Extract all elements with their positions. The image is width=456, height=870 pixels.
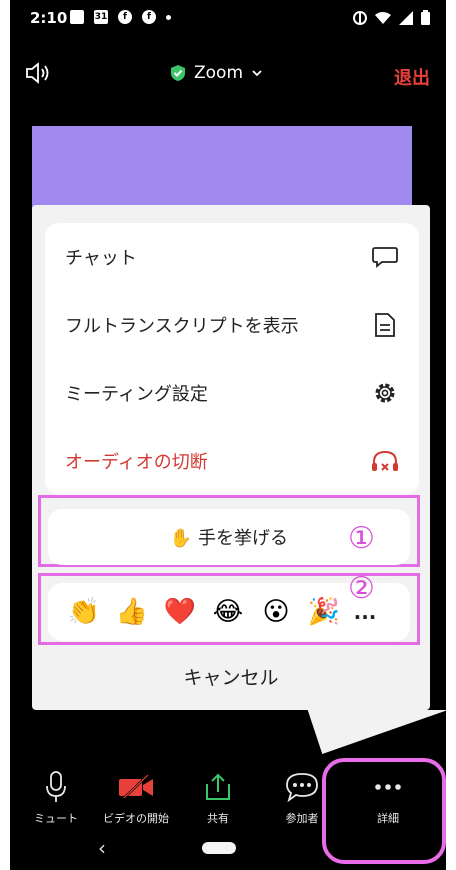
data-saver-icon: [353, 10, 367, 25]
chat-bubble-icon: [371, 243, 399, 271]
notification-icons: 31 f f: [70, 10, 171, 24]
status-time: 2:10: [30, 9, 68, 27]
annotation-number-1: ①: [348, 521, 375, 556]
toolbar-label: ビデオの開始: [103, 812, 169, 825]
menu-item-label: ミーティング設定: [65, 384, 208, 405]
menu-item-label: オーディオの切断: [65, 452, 208, 473]
dot-icon: [166, 14, 171, 20]
leave-button[interactable]: 退出: [394, 64, 430, 90]
facebook-icon: f: [118, 10, 132, 24]
back-nav-button[interactable]: ‹: [98, 836, 106, 860]
reaction-joy[interactable]: 😂: [204, 597, 252, 627]
signal-icon: [399, 10, 413, 25]
wifi-icon: [375, 11, 391, 24]
chevron-down-icon: [252, 70, 262, 77]
toolbar-label: 共有: [207, 812, 229, 825]
microphone-icon: [16, 770, 96, 804]
share-button[interactable]: 共有: [178, 770, 258, 826]
reaction-heart[interactable]: ❤️: [156, 597, 204, 627]
sheet-pointer: [282, 710, 446, 754]
speaker-icon[interactable]: [24, 61, 52, 89]
home-nav-pill[interactable]: [202, 842, 236, 854]
menu-item-label: チャット: [65, 248, 137, 269]
menu-item-label: フルトランスクリプトを表示: [65, 316, 299, 337]
cancel-button[interactable]: キャンセル: [32, 663, 430, 690]
menu-item-settings[interactable]: ミーティング設定: [45, 359, 419, 427]
image-icon: [70, 10, 84, 24]
more-options-sheet: チャット フルトランスクリプトを表示 ミーティング設定 オーディオの切断 ✋ 手…: [32, 205, 430, 710]
reaction-thumbs-up[interactable]: 👍: [108, 597, 156, 627]
annotation-highlight-details: [322, 758, 446, 864]
status-bar: 2:10 31 f f: [10, 0, 446, 40]
meeting-title-dropdown[interactable]: Zoom: [170, 63, 263, 83]
reaction-clap[interactable]: 👏: [60, 597, 108, 627]
menu-item-chat[interactable]: チャット: [45, 223, 419, 291]
mute-button[interactable]: ミュート: [16, 770, 96, 826]
shield-check-icon: [171, 65, 185, 81]
battery-icon: [421, 10, 430, 25]
gear-icon: [371, 379, 399, 407]
share-icon: [178, 770, 258, 804]
reaction-tada[interactable]: 🎉: [300, 597, 348, 627]
menu-card: チャット フルトランスクリプトを表示 ミーティング設定 オーディオの切断: [45, 223, 419, 495]
meeting-top-bar: Zoom 退出: [10, 55, 446, 95]
phone-screen: 2:10 31 f f Zoom 退出 チャット フルトランスクリプトを表示 ミ…: [10, 0, 446, 870]
video-off-icon: [96, 770, 176, 804]
system-icons: [353, 10, 430, 25]
menu-item-disconnect-audio[interactable]: オーディオの切断: [45, 427, 419, 495]
raise-hand-label: ✋ 手を挙げる: [169, 528, 289, 549]
headphones-disconnect-icon: [371, 447, 399, 475]
calendar-icon: 31: [94, 10, 108, 24]
reaction-surprised[interactable]: 😮: [252, 597, 300, 627]
toolbar-label: ミュート: [34, 812, 78, 825]
facebook-icon: f: [142, 10, 156, 24]
meeting-title: Zoom: [194, 63, 244, 83]
menu-item-transcript[interactable]: フルトランスクリプトを表示: [45, 291, 419, 359]
document-icon: [371, 311, 399, 339]
start-video-button[interactable]: ビデオの開始: [96, 770, 176, 826]
annotation-number-2: ②: [348, 571, 375, 606]
